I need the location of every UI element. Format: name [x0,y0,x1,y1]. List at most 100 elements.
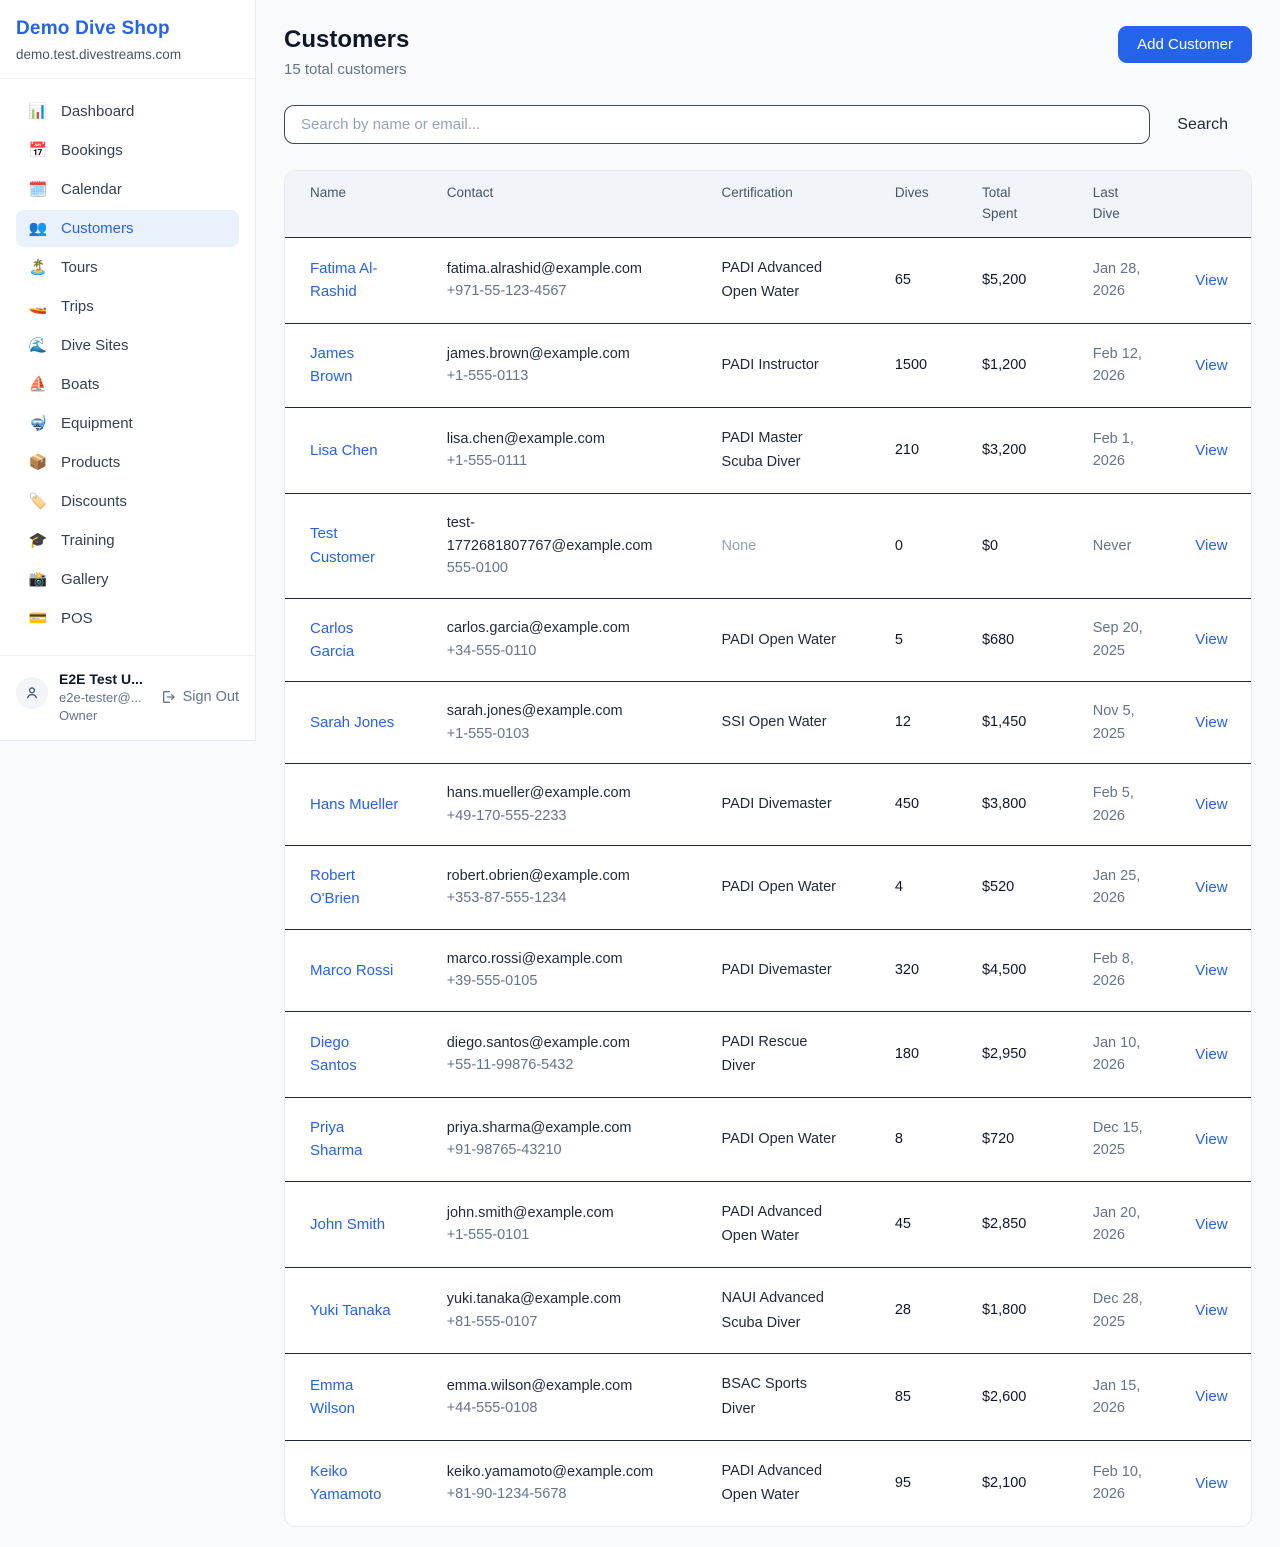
certification-value: PADI Open Water [722,1127,836,1152]
view-link[interactable]: View [1195,442,1227,459]
cell-total-spent: $2,600 [970,1354,1081,1440]
cell-dives: 180 [883,1011,970,1097]
view-link[interactable]: View [1195,962,1227,979]
table-row: Test Customertest-1772681807767@example.… [285,494,1251,598]
user-name: E2E Test U... [59,671,143,687]
certification-value: PADI Advanced Open Water [722,256,840,305]
last-dive-value: Jan 20, 2026 [1093,1202,1155,1247]
view-link[interactable]: View [1195,272,1227,289]
column-header-dives: Dives [883,171,970,237]
sidebar-item-customers[interactable]: 👥Customers [16,210,239,247]
view-link[interactable]: View [1195,1302,1227,1319]
customer-name-link[interactable]: Priya Sharma [310,1116,400,1163]
sidebar-item-tours[interactable]: 🏝️Tours [16,249,239,286]
cell-last-dive: Dec 15, 2025 [1081,1098,1184,1182]
customer-name-link[interactable]: Yuki Tanaka [310,1299,391,1322]
customer-name-link[interactable]: Marco Rossi [310,959,393,982]
cell-actions: View [1183,1440,1251,1526]
cell-certification: PADI Advanced Open Water [710,1440,883,1526]
cell-certification: PADI Open Water [710,1098,883,1182]
cell-last-dive: Jan 20, 2026 [1081,1181,1184,1267]
cell-contact: sarah.jones@example.com+1-555-0103 [435,682,710,764]
customer-name-link[interactable]: Test Customer [310,522,400,569]
column-header-name: Name [285,171,435,237]
last-dive-value: Feb 12, 2026 [1093,343,1155,388]
view-link[interactable]: View [1195,879,1227,896]
sidebar-item-boats[interactable]: ⛵Boats [16,366,239,403]
cell-certification: BSAC Sports Diver [710,1354,883,1440]
cell-total-spent: $680 [970,598,1081,682]
customer-name-link[interactable]: Diego Santos [310,1031,400,1078]
customer-name-link[interactable]: Robert O'Brien [310,864,400,911]
customer-name-link[interactable]: Lisa Chen [310,439,378,462]
customer-name-link[interactable]: Carlos Garcia [310,617,400,664]
cell-total-spent: $5,200 [970,237,1081,323]
cell-last-dive: Feb 10, 2026 [1081,1440,1184,1526]
certification-value: PADI Instructor [722,353,819,378]
view-link[interactable]: View [1195,537,1227,554]
search-button[interactable]: Search [1150,116,1252,134]
cell-name: Test Customer [285,494,435,598]
view-link[interactable]: View [1195,1475,1227,1492]
cell-dives: 8 [883,1098,970,1182]
sign-out-button[interactable]: Sign Out [160,689,239,705]
last-dive-value: Jan 25, 2026 [1093,865,1155,910]
sidebar-item-calendar[interactable]: 🗓️Calendar [16,171,239,208]
sidebar-item-label: Equipment [61,415,133,432]
cell-certification: PADI Divemaster [710,929,883,1011]
sidebar-item-dive-sites[interactable]: 🌊Dive Sites [16,327,239,364]
view-link[interactable]: View [1195,1046,1227,1063]
credit-card-icon: 💳 [28,611,48,626]
sidebar-item-pos[interactable]: 💳POS [16,600,239,637]
certification-value: PADI Divemaster [722,792,832,817]
add-customer-button[interactable]: Add Customer [1118,26,1252,63]
customer-name-link[interactable]: Fatima Al-Rashid [310,257,400,304]
sidebar-item-label: Customers [61,220,134,237]
page-subtitle: 15 total customers [284,61,409,78]
sidebar-item-discounts[interactable]: 🏷️Discounts [16,483,239,520]
camera-flash-icon: 📸 [28,572,48,587]
view-link[interactable]: View [1195,631,1227,648]
cell-certification: None [710,494,883,598]
view-link[interactable]: View [1195,357,1227,374]
customer-name-link[interactable]: Hans Mueller [310,793,398,816]
customer-name-link[interactable]: James Brown [310,342,400,389]
cell-total-spent: $2,100 [970,1440,1081,1526]
view-link[interactable]: View [1195,1216,1227,1233]
search-input[interactable] [284,105,1150,144]
sidebar-item-products[interactable]: 📦Products [16,444,239,481]
sidebar-item-trips[interactable]: 🚤Trips [16,288,239,325]
customer-phone: 555-0100 [447,557,698,579]
view-link[interactable]: View [1195,796,1227,813]
customer-email: yuki.tanaka@example.com [447,1288,662,1310]
main-content: Customers 15 total customers Add Custome… [256,0,1280,1547]
cell-contact: diego.santos@example.com+55-11-99876-543… [435,1011,710,1097]
cell-dives: 210 [883,407,970,493]
customer-name-link[interactable]: Keiko Yamamoto [310,1460,400,1507]
sidebar-item-label: Gallery [61,571,109,588]
view-link[interactable]: View [1195,1388,1227,1405]
cell-dives: 5 [883,598,970,682]
cell-contact: robert.obrien@example.com+353-87-555-123… [435,846,710,930]
sidebar-item-gallery[interactable]: 📸 Gallery [16,561,239,598]
sidebar-item-dashboard[interactable]: 📊Dashboard [16,93,239,130]
view-link[interactable]: View [1195,714,1227,731]
shop-name: Demo Dive Shop [16,18,239,40]
customer-name-link[interactable]: Sarah Jones [310,711,394,734]
cell-total-spent: $1,200 [970,324,1081,408]
cell-dives: 65 [883,237,970,323]
customer-phone: +1-555-0111 [447,450,698,472]
customer-name-link[interactable]: John Smith [310,1213,385,1236]
table-row: Lisa Chenlisa.chen@example.com+1-555-011… [285,407,1251,493]
package-icon: 📦 [28,455,48,470]
table-row: Sarah Jones sarah.jones@example.com+1-555… [285,682,1251,764]
sidebar-item-bookings[interactable]: 📅Bookings [16,132,239,169]
sidebar-item-training[interactable]: 🎓Training [16,522,239,559]
table-row: Hans Muellerhans.mueller@example.com+49-… [285,764,1251,846]
view-link[interactable]: View [1195,1131,1227,1148]
sidebar-item-equipment[interactable]: 🤿Equipment [16,405,239,442]
cell-name: Carlos Garcia [285,598,435,682]
cell-contact: james.brown@example.com+1-555-0113 [435,324,710,408]
column-header-last-dive: Last Dive [1081,171,1184,237]
customer-name-link[interactable]: Emma Wilson [310,1374,400,1421]
